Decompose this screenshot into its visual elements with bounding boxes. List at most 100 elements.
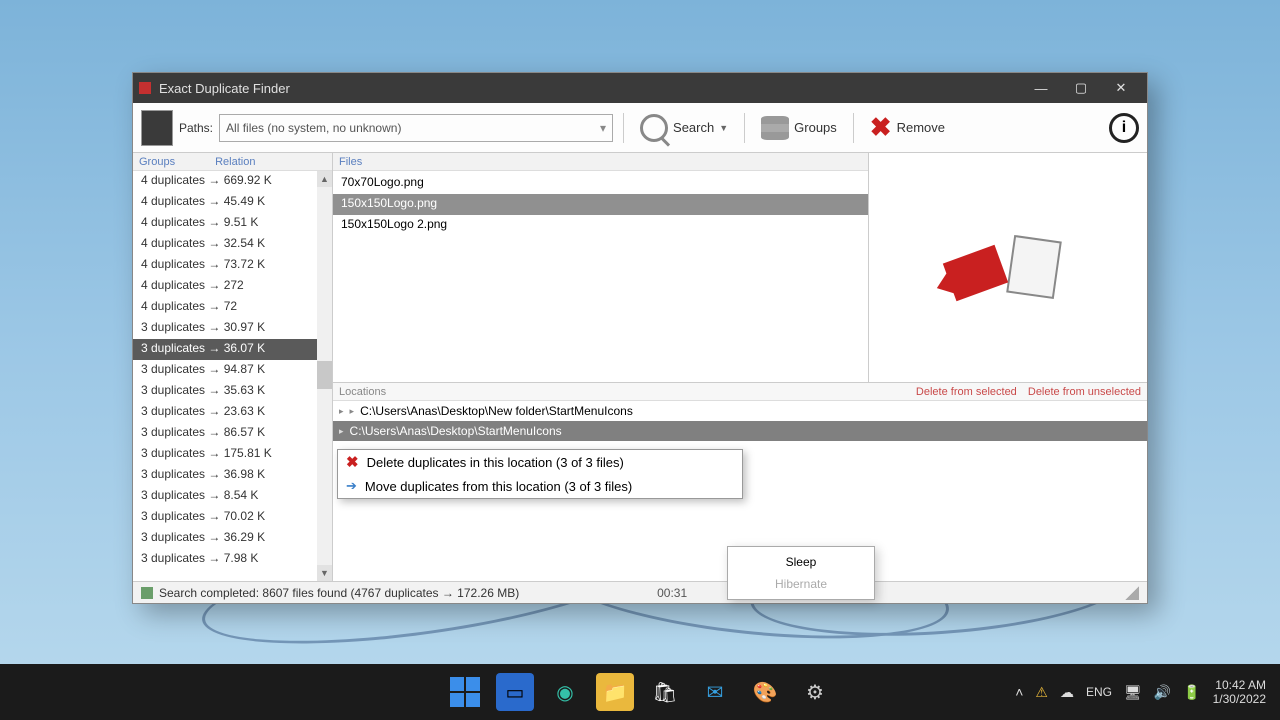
- volume-icon[interactable]: 🔊: [1154, 684, 1171, 701]
- col-relation[interactable]: Relation: [215, 156, 255, 168]
- preview-panel: [869, 153, 1147, 382]
- group-item[interactable]: 3 duplicates → 70.02 K: [133, 507, 332, 528]
- window-title: Exact Duplicate Finder: [159, 81, 1021, 96]
- clock-date: 1/30/2022: [1213, 692, 1266, 706]
- paint-button[interactable]: 🎨: [746, 673, 784, 711]
- location-item[interactable]: ▸ ▸ C:\Users\Anas\Desktop\New folder\Sta…: [333, 401, 1147, 421]
- explorer-button[interactable]: 📁: [596, 673, 634, 711]
- settings-button[interactable]: ⚙: [796, 673, 834, 711]
- edge-button[interactable]: ◉: [546, 673, 584, 711]
- scroll-up-icon[interactable]: ▲: [317, 171, 332, 187]
- group-item[interactable]: 3 duplicates → 7.98 K: [133, 549, 332, 570]
- taskview-button[interactable]: ▭: [496, 673, 534, 711]
- expand-icon[interactable]: ▸: [350, 406, 355, 417]
- close-button[interactable]: ✕: [1101, 74, 1141, 102]
- ctx-delete-duplicates[interactable]: ✖ Delete duplicates in this location (3 …: [338, 450, 742, 474]
- arrow-icon: [943, 244, 1008, 300]
- group-item[interactable]: 3 duplicates → 30.97 K: [133, 318, 332, 339]
- separator: [853, 113, 854, 143]
- minimize-button[interactable]: —: [1021, 74, 1061, 102]
- groups-panel: Groups Relation 4 duplicates → 669.92 K …: [133, 153, 333, 581]
- battery-icon[interactable]: 🔋: [1183, 684, 1200, 701]
- locations-header: Locations Delete from selected Delete fr…: [333, 383, 1147, 401]
- expand-icon[interactable]: ▸: [339, 426, 344, 437]
- info-button[interactable]: i: [1109, 113, 1139, 143]
- separator: [623, 113, 624, 143]
- files-list[interactable]: 70x70Logo.png 150x150Logo.png 150x150Log…: [333, 171, 868, 238]
- file-item[interactable]: 70x70Logo.png: [333, 173, 868, 194]
- titlebar[interactable]: Exact Duplicate Finder — ▢ ✕: [133, 73, 1147, 103]
- tray-overflow-icon[interactable]: ˄: [1015, 684, 1023, 700]
- language-indicator[interactable]: ENG: [1086, 685, 1112, 699]
- remove-button[interactable]: ✖ Remove: [864, 109, 951, 146]
- power-sleep[interactable]: Sleep: [728, 551, 874, 573]
- scroll-thumb[interactable]: [317, 361, 332, 389]
- weather-icon[interactable]: ☁: [1060, 684, 1074, 701]
- delete-selected-link[interactable]: Delete from selected: [916, 386, 1017, 398]
- status-text: Search completed: 8607 files found (4767…: [159, 586, 519, 600]
- search-button[interactable]: Search ▼: [634, 111, 734, 145]
- statusbar: Search completed: 8607 files found (4767…: [133, 581, 1147, 603]
- store-button[interactable]: 🛍: [646, 673, 684, 711]
- location-path: C:\Users\Anas\Desktop\New folder\StartMe…: [360, 404, 633, 418]
- file-item-selected[interactable]: 150x150Logo.png: [333, 194, 868, 215]
- group-item[interactable]: 4 duplicates → 45.49 K: [133, 192, 332, 213]
- filter-dropdown[interactable]: All files (no system, no unknown): [219, 114, 613, 142]
- start-button[interactable]: [446, 673, 484, 711]
- group-item[interactable]: 4 duplicates → 669.92 K: [133, 171, 332, 192]
- windows-icon: [450, 677, 480, 707]
- clock[interactable]: 10:42 AM 1/30/2022: [1213, 678, 1266, 707]
- location-item-selected[interactable]: ▸ C:\Users\Anas\Desktop\StartMenuIcons: [333, 421, 1147, 441]
- scrollbar[interactable]: ▲ ▼: [317, 171, 332, 581]
- groups-header: Groups Relation: [133, 153, 332, 171]
- resize-grip-icon[interactable]: [1125, 586, 1139, 600]
- clock-time: 10:42 AM: [1213, 678, 1266, 692]
- arrow-right-icon: ➔: [346, 478, 357, 494]
- file-item[interactable]: 150x150Logo 2.png: [333, 215, 868, 236]
- preview-image: [948, 233, 1068, 303]
- ctx-move-duplicates[interactable]: ➔ Move duplicates from this location (3 …: [338, 474, 742, 498]
- database-icon: [761, 116, 789, 140]
- group-item[interactable]: 4 duplicates → 72: [133, 297, 332, 318]
- delete-unselected-link[interactable]: Delete from unselected: [1028, 386, 1141, 398]
- remove-label: Remove: [897, 120, 945, 135]
- group-item[interactable]: 3 duplicates → 175.81 K: [133, 444, 332, 465]
- group-item[interactable]: 3 duplicates → 23.63 K: [133, 402, 332, 423]
- taskbar-center: ▭ ◉ 📁 🛍 ✉ 🎨 ⚙: [446, 673, 834, 711]
- group-item-selected[interactable]: 3 duplicates → 36.07 K: [133, 339, 332, 360]
- expand-icon[interactable]: ▸: [339, 406, 344, 417]
- app-icon: [139, 82, 151, 94]
- power-hibernate[interactable]: Hibernate: [728, 573, 874, 595]
- chevron-down-icon[interactable]: ▼: [719, 123, 728, 133]
- status-icon: [141, 587, 153, 599]
- col-groups[interactable]: Groups: [139, 156, 175, 168]
- groups-list[interactable]: 4 duplicates → 669.92 K 4 duplicates → 4…: [133, 171, 332, 581]
- group-item[interactable]: 3 duplicates → 35.63 K: [133, 381, 332, 402]
- group-item[interactable]: 4 duplicates → 9.51 K: [133, 213, 332, 234]
- taskbar: ▭ ◉ 📁 🛍 ✉ 🎨 ⚙ ˄ ⚠ ☁ ENG 🖥 🔊 🔋 10:42 AM 1…: [0, 664, 1280, 720]
- onedrive-icon[interactable]: ⚠: [1035, 684, 1048, 701]
- groups-button[interactable]: Groups: [755, 113, 843, 143]
- group-item[interactable]: 3 duplicates → 36.29 K: [133, 528, 332, 549]
- group-item[interactable]: 4 duplicates → 73.72 K: [133, 255, 332, 276]
- x-icon: ✖: [346, 453, 359, 471]
- network-icon[interactable]: 🖥: [1124, 684, 1142, 701]
- group-item[interactable]: 3 duplicates → 36.98 K: [133, 465, 332, 486]
- search-label: Search: [673, 120, 714, 135]
- group-item[interactable]: 3 duplicates → 94.87 K: [133, 360, 332, 381]
- scroll-down-icon[interactable]: ▼: [317, 565, 332, 581]
- group-item[interactable]: 4 duplicates → 272: [133, 276, 332, 297]
- x-icon: ✖: [870, 112, 892, 143]
- ctx-label: Move duplicates from this location (3 of…: [365, 479, 632, 494]
- folder-picker-icon[interactable]: [141, 110, 173, 146]
- group-item[interactable]: 3 duplicates → 86.57 K: [133, 423, 332, 444]
- maximize-button[interactable]: ▢: [1061, 74, 1101, 102]
- groups-label: Groups: [794, 120, 837, 135]
- group-item[interactable]: 4 duplicates → 32.54 K: [133, 234, 332, 255]
- search-icon: [640, 114, 668, 142]
- toolbar: Paths: All files (no system, no unknown)…: [133, 103, 1147, 153]
- mail-button[interactable]: ✉: [696, 673, 734, 711]
- locations-label: Locations: [339, 386, 386, 398]
- group-item[interactable]: 3 duplicates → 8.54 K: [133, 486, 332, 507]
- col-files[interactable]: Files: [339, 156, 362, 168]
